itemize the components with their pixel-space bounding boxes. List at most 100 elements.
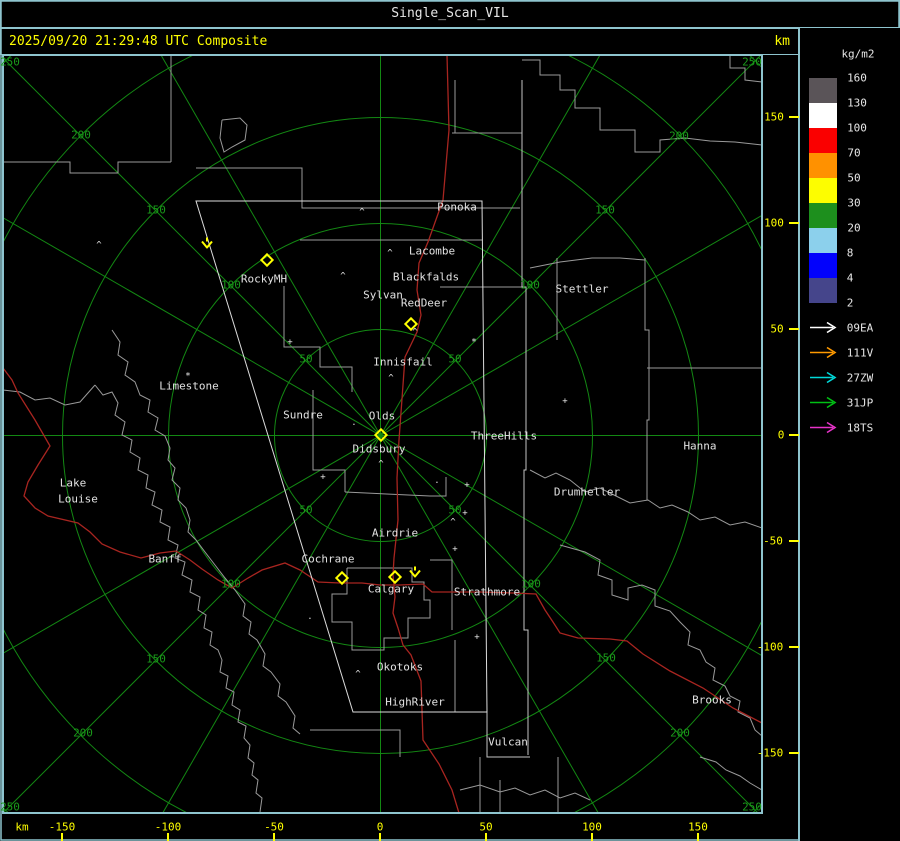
city-label: Sundre (283, 408, 323, 422)
city-label: Hanna (683, 439, 717, 453)
town-marker: ^ (388, 373, 394, 384)
city-label: RedDeer (400, 296, 448, 310)
legend-threshold-label: 50 (847, 171, 861, 185)
town-marker: ^ (355, 669, 361, 680)
ring-label: 150 (146, 652, 166, 666)
city-label: Blackfalds (392, 270, 460, 284)
ring-label: 150 (596, 651, 616, 665)
city-label: Didsbury (352, 442, 406, 456)
town-marker: + (320, 472, 326, 483)
town-marker: ^ (412, 327, 418, 338)
legend-threshold-label: 100 (847, 121, 867, 135)
legend-swatch (809, 253, 837, 278)
legend-threshold-label: 30 (847, 196, 861, 210)
track-arrow-icon (809, 419, 841, 438)
storm-arrow-icon (201, 234, 213, 253)
town-marker: + (452, 544, 458, 555)
ring-label: 50 (448, 352, 462, 366)
ring-label: 250 (742, 55, 762, 69)
x-tick-label: 100 (582, 820, 602, 834)
x-tick-label: -150 (48, 820, 76, 834)
radar-app-window: Single_Scan_VIL 2025/09/20 21:29:48 UTC … (0, 0, 900, 841)
track-id-label: 18TS (846, 421, 874, 435)
legend-threshold-label: 20 (847, 221, 861, 235)
y-tick-label: 50 (770, 322, 784, 336)
town-marker: * (471, 337, 477, 348)
y-tick-label: -50 (763, 534, 783, 548)
legend-swatch (809, 278, 837, 303)
legend-swatch (809, 103, 837, 128)
track-arrow-icon (809, 394, 841, 413)
city-label: Stettler (555, 282, 609, 296)
range-rings (4, 56, 761, 812)
town-marker: ^ (340, 271, 346, 282)
ring-label: 200 (670, 726, 690, 740)
town-marker: · (351, 420, 357, 431)
town-marker: ^ (387, 248, 393, 259)
city-label: Cochrane (301, 552, 355, 566)
town-marker: + (562, 396, 568, 407)
legend-threshold-label: 70 (847, 146, 861, 160)
ring-label: 50 (299, 352, 313, 366)
city-label: Innisfail (373, 355, 433, 369)
city-label: Okotoks (376, 660, 424, 674)
legend-threshold-label: 130 (847, 96, 867, 110)
x-tick-label: -50 (264, 820, 284, 834)
legend-swatch (809, 153, 837, 178)
town-marker: ^ (378, 459, 384, 470)
city-label: Olds (368, 409, 396, 423)
city-label: Airdrie (371, 526, 419, 540)
town-marker: + (474, 632, 480, 643)
track-id-label: 09EA (846, 321, 874, 335)
map-canvas[interactable] (0, 0, 900, 841)
town-marker: ^ (96, 240, 102, 251)
ring-label: 250 (742, 800, 762, 814)
track-arrow-icon (809, 369, 841, 388)
ring-label: 50 (448, 503, 462, 517)
ring-label: 150 (146, 203, 166, 217)
ring-label: 250 (0, 55, 20, 69)
ring-label: 200 (669, 129, 689, 143)
city-label: Louise (58, 492, 98, 506)
city-label: Ponoka (437, 200, 477, 214)
legend-threshold-label: 2 (846, 296, 854, 310)
city-label: Drumheller (553, 485, 621, 499)
city-label: Lake (59, 476, 87, 490)
legend-swatch (809, 178, 837, 203)
ring-label: 200 (71, 128, 91, 142)
city-label: Banff (148, 552, 182, 566)
x-tick-label: 0 (376, 820, 384, 834)
city-label: Lacombe (408, 244, 456, 258)
town-marker: + (287, 337, 293, 348)
x-tick-label: 50 (479, 820, 493, 834)
y-tick-label: -100 (756, 640, 784, 654)
radial-lines (4, 56, 761, 812)
legend-swatch (809, 203, 837, 228)
screen-frame (0, 0, 900, 841)
ring-label: 100 (221, 577, 241, 591)
legend-swatch (809, 128, 837, 153)
town-marker: + (464, 480, 470, 491)
x-tick-label: -100 (154, 820, 182, 834)
y-tick-label: 0 (777, 428, 785, 442)
town-marker: · (434, 478, 440, 489)
track-id-label: 111V (846, 346, 874, 360)
track-arrow-icon (809, 319, 841, 338)
town-marker: ^ (359, 207, 365, 218)
legend-swatch (809, 228, 837, 253)
town-marker: * (185, 371, 191, 382)
meridian-boundary (486, 80, 530, 758)
ring-label: 100 (221, 278, 241, 292)
city-label: RockyMH (240, 272, 288, 286)
town-marker: · (307, 614, 313, 625)
x-tick-label: 150 (688, 820, 708, 834)
y-axis-ticks (789, 116, 799, 754)
ring-label: 150 (595, 203, 615, 217)
city-label: HighRiver (385, 695, 445, 709)
town-marker: ^ (450, 517, 456, 528)
city-label: ThreeHills (470, 429, 538, 443)
legend-swatch (809, 78, 837, 103)
ring-label: 100 (520, 278, 540, 292)
track-id-label: 31JP (846, 396, 874, 410)
x-axis-km-label: km (15, 820, 29, 834)
